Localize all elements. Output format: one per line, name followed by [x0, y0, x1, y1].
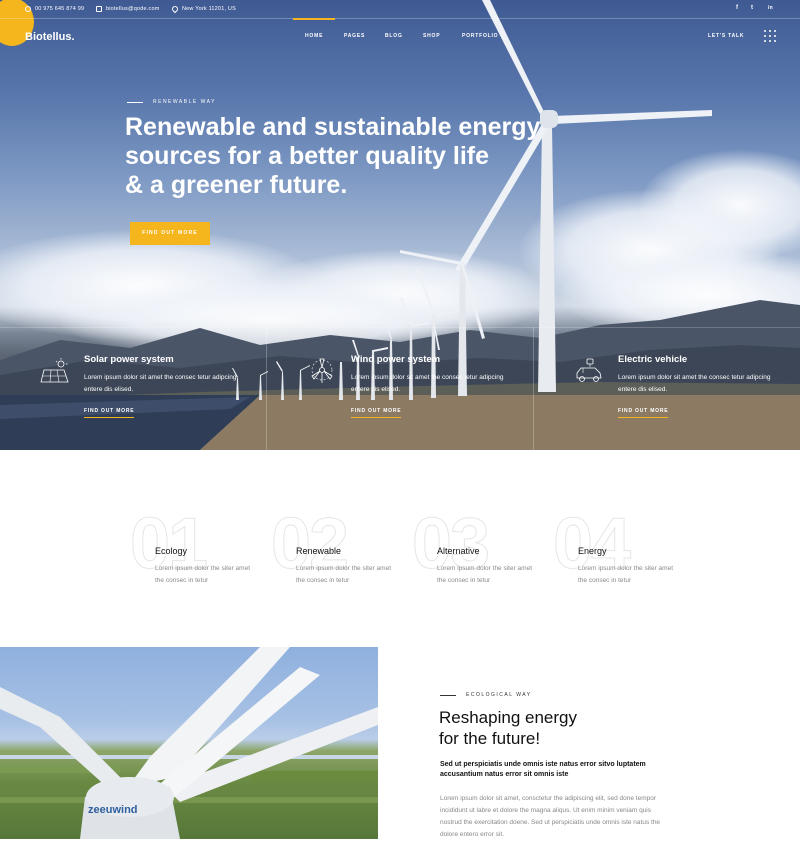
step-title: Renewable [296, 546, 342, 556]
feature-link[interactable]: FIND OUT MORE [351, 408, 402, 418]
linkedin-icon[interactable]: in [768, 5, 773, 11]
nav-shop[interactable]: SHOP [423, 33, 440, 39]
eco-title: Reshaping energy for the future! [439, 708, 577, 748]
feature-title: Electric vehicle [618, 354, 688, 365]
eco-lead: Sed ut perspiciatis unde omnis iste natu… [440, 761, 646, 778]
nav-portfolio[interactable]: PORTFOLIO [462, 33, 498, 39]
feature-text: Lorem ipsum dolor sit amet the consec te… [618, 374, 771, 393]
nav-blog[interactable]: BLOG [385, 33, 403, 39]
zeeuwind-logo-text: zeeuwind [88, 804, 138, 816]
eco-body: Lorem ipsum dolor sit amet, consctetur t… [440, 795, 661, 838]
hero-headline: Renewable and sustainable energy sources… [125, 113, 541, 199]
solar-panel-icon [40, 358, 69, 383]
phone-text: 00 975 645 874 99 [35, 6, 85, 12]
nav-active-indicator [293, 18, 335, 20]
nav-pages[interactable]: PAGES [344, 33, 365, 39]
wind-turbine-icon [311, 358, 333, 383]
step-title: Ecology [155, 546, 188, 556]
step-text: Lorem ipsum dolor the siter amet the con… [155, 565, 251, 584]
steps-section: 01 Ecology Lorem ipsum dolor the siter a… [0, 450, 800, 647]
twitter-icon[interactable]: t [751, 5, 753, 11]
eco-eyebrow: ECOLOGICAL WAY [440, 692, 532, 698]
wind-turbine-photo: zeeuwind [0, 647, 378, 839]
location-pin-icon [170, 4, 180, 14]
email-text: biotellus@qode.com [106, 6, 160, 12]
electric-car-icon [576, 358, 602, 382]
hero-divider-vertical [266, 327, 267, 450]
address-item: New York 11201, US [170, 4, 236, 14]
feature-text: Lorem ipsum dolor sit amet the consec te… [351, 374, 504, 393]
topbar: 00 975 645 874 99 biotellus@qode.com New… [0, 0, 800, 18]
hero-divider-horizontal [0, 327, 800, 328]
hero-divider-vertical [533, 327, 534, 450]
mail-icon [96, 6, 102, 12]
phone-item[interactable]: 00 975 645 874 99 [25, 6, 84, 12]
site-logo[interactable]: Biotellus. [25, 31, 75, 43]
feature-text: Lorem ipsum dolor sit amet the consec te… [84, 374, 237, 393]
lets-talk-link[interactable]: LET'S TALK [708, 33, 744, 39]
menu-grid-icon[interactable] [764, 30, 776, 42]
address-text: New York 11201, US [182, 6, 236, 12]
feature-link[interactable]: FIND OUT MORE [84, 408, 135, 418]
feature-title: Wind power system [351, 354, 441, 365]
email-item[interactable]: biotellus@qode.com [96, 6, 160, 12]
hero-section: 00 975 645 874 99 biotellus@qode.com New… [0, 0, 800, 450]
step-text: Lorem ipsum dolor the siter amet the con… [578, 565, 674, 584]
topbar-divider [0, 18, 800, 19]
step-text: Lorem ipsum dolor the siter amet the con… [296, 565, 392, 584]
step-text: Lorem ipsum dolor the siter amet the con… [437, 565, 533, 584]
feature-title: Solar power system [84, 354, 174, 365]
step-title: Energy [578, 546, 607, 556]
feature-link[interactable]: FIND OUT MORE [618, 408, 669, 418]
turbine-closeup-graphic: zeeuwind [0, 647, 378, 839]
facebook-icon[interactable]: f [736, 5, 738, 11]
hero-eyebrow: RENEWABLE WAY [127, 99, 216, 105]
step-title: Alternative [437, 546, 480, 556]
phone-icon [25, 6, 31, 12]
nav-home[interactable]: HOME [305, 33, 323, 39]
hero-find-out-more-button[interactable]: FIND OUT MORE [130, 222, 210, 245]
